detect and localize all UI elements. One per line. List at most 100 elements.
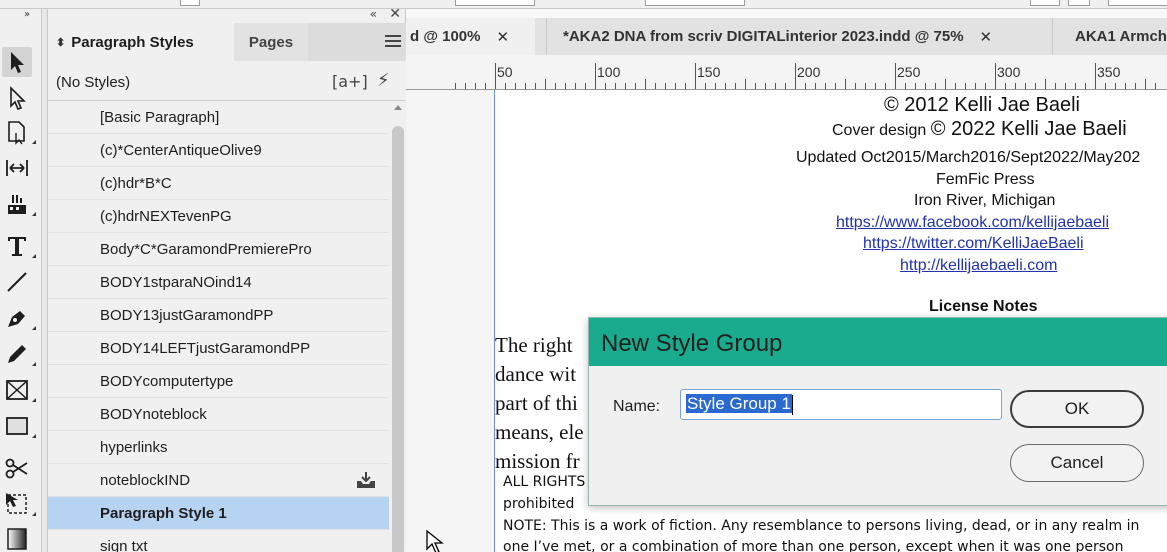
ruler-tick <box>815 83 816 89</box>
ruler-label: 350 <box>1097 64 1121 80</box>
pencil-tool-icon[interactable] <box>2 339 36 369</box>
no-styles-row[interactable]: (No Styles) [a+] ⚡ <box>48 61 407 101</box>
style-name: (c)*CenterAntiqueOlive9 <box>100 142 262 159</box>
control-field[interactable] <box>455 0 535 6</box>
control-field[interactable] <box>1108 0 1167 6</box>
cover-copyright: © 2022 Kelli Jae Baeli <box>930 118 1127 140</box>
content-collector-tool-icon[interactable] <box>2 189 36 219</box>
close-icon[interactable]: ✕ <box>497 28 510 46</box>
ruler-tick <box>605 83 606 89</box>
ruler-tick <box>585 83 586 89</box>
direct-selection-tool-icon[interactable] <box>2 83 32 113</box>
style-list-item[interactable]: BODYcomputertype <box>48 365 389 398</box>
style-list-item[interactable]: (c)*CenterAntiqueOlive9 <box>48 134 389 167</box>
style-list-item[interactable]: BODY1stparaNOind14 <box>48 266 389 299</box>
style-list-item[interactable]: [Basic Paragraph] <box>48 101 389 134</box>
dialog-titlebar[interactable]: New Style Group <box>589 318 1167 366</box>
control-bar <box>0 0 1167 9</box>
style-name: (c)hdr*B*C <box>100 175 172 192</box>
updated-line: Updated Oct2015/March2016/Sept2022/May20… <box>796 149 1141 166</box>
ruler-tick <box>1035 83 1036 89</box>
page-tool-icon[interactable] <box>2 117 36 147</box>
note-line: one I’ve met, or a combination of more t… <box>503 539 1124 552</box>
ruler-tick <box>805 83 806 89</box>
facebook-link[interactable]: https://www.facebook.com/kellijaebaeli <box>836 214 1109 232</box>
rectangle-frame-tool-icon[interactable] <box>2 375 36 405</box>
ruler-tick <box>625 83 626 89</box>
panel-menu-icon[interactable] <box>385 35 401 49</box>
close-panel-icon[interactable]: ✕ <box>389 6 401 22</box>
gradient-swatch-tool-icon[interactable] <box>2 523 32 552</box>
collapse-panel-icon[interactable]: « <box>370 7 377 21</box>
control-field[interactable] <box>1030 0 1060 6</box>
style-list-item[interactable]: (c)hdrNEXTevenPG <box>48 200 389 233</box>
style-list-item[interactable]: noteblockIND <box>48 464 389 497</box>
tab-pages[interactable]: Pages <box>234 23 308 61</box>
ruler-tick <box>1065 83 1066 89</box>
expand-arrows-icon: ⬍ <box>56 36 66 49</box>
style-list-item[interactable]: sign txt <box>48 530 389 552</box>
style-list-item[interactable]: Body*C*GaramondPremierePro <box>48 233 389 266</box>
horizontal-ruler[interactable]: 50 100 150 200 250 300 350 <box>406 55 1167 90</box>
close-icon[interactable]: ✕ <box>980 28 993 46</box>
scroll-up-icon[interactable] <box>394 105 402 110</box>
rectangle-tool-icon[interactable] <box>2 411 36 441</box>
cover-prefix: Cover design <box>832 122 931 139</box>
tab-label: Paragraph Styles <box>71 33 194 51</box>
style-list-item[interactable]: hyperlinks <box>48 431 389 464</box>
style-list-item[interactable]: BODYnoteblock <box>48 398 389 431</box>
document-tab-label: d @ 100% <box>410 28 481 45</box>
ruler-tick <box>795 63 796 89</box>
body-serif-line: mission fr <box>495 449 580 473</box>
type-tool-icon[interactable] <box>2 231 36 261</box>
location-line: Iron River, Michigan <box>914 192 1056 209</box>
line-tool-icon[interactable] <box>2 267 32 297</box>
free-transform-tool-icon[interactable] <box>2 489 36 519</box>
pen-tool-icon[interactable] <box>2 303 36 333</box>
create-style-override-icon[interactable]: [a+] <box>332 72 368 91</box>
ruler-tick <box>745 79 746 89</box>
style-list-item[interactable]: BODY13justGaramondPP <box>48 299 389 332</box>
twitter-link[interactable]: https://twitter.com/KelliJaeBaeli <box>863 235 1084 253</box>
ruler-tick <box>825 83 826 89</box>
ruler-tick <box>635 83 636 89</box>
style-list-item[interactable]: (c)hdr*B*C <box>48 167 389 200</box>
ruler-tick <box>915 83 916 89</box>
scissors-tool-icon[interactable] <box>2 453 32 483</box>
ok-button[interactable]: OK <box>1010 390 1144 428</box>
control-field[interactable] <box>180 0 200 6</box>
ruler-tick <box>675 83 676 89</box>
tab-paragraph-styles[interactable]: ⬍ Paragraph Styles <box>48 23 234 61</box>
scroll-thumb[interactable] <box>392 126 404 552</box>
style-name: BODY13justGaramondPP <box>100 307 274 324</box>
ruler-tick <box>925 83 926 89</box>
control-field[interactable] <box>1068 0 1090 6</box>
ruler-tick <box>1085 83 1086 89</box>
style-list-scrollbar[interactable] <box>389 101 407 552</box>
tab-label: Pages <box>248 33 294 51</box>
paragraph-styles-panel: « ✕ ⬍ Paragraph Styles Pages (No Styles)… <box>47 6 407 552</box>
ruler-tick <box>1025 83 1026 89</box>
control-field[interactable] <box>645 0 745 6</box>
ruler-tick <box>465 83 466 89</box>
license-heading: License Notes <box>929 298 1038 315</box>
ruler-tick <box>725 83 726 89</box>
document-tab-active[interactable]: d @ 100% ✕ <box>406 18 535 55</box>
quick-apply-icon[interactable]: ⚡ <box>377 70 390 91</box>
selection-tool-icon[interactable] <box>2 47 32 77</box>
name-field[interactable]: Style Group 1 <box>680 389 1002 420</box>
collapse-icon[interactable]: » <box>24 9 30 20</box>
ruler-tick <box>1115 83 1116 89</box>
cancel-button[interactable]: Cancel <box>1010 444 1144 482</box>
document-tab-label: *AKA2 DNA from scriv DIGITALinterior 202… <box>563 28 964 45</box>
document-tab[interactable]: *AKA2 DNA from scriv DIGITALinterior 202… <box>546 18 1050 55</box>
ruler-label: 200 <box>797 64 821 80</box>
website-link[interactable]: http://kellijaebaeli.com <box>900 257 1057 275</box>
style-list-item[interactable]: Paragraph Style 1 <box>48 497 389 530</box>
ruler-tick <box>855 83 856 89</box>
style-list-item[interactable]: BODY14LEFTjustGaramondPP <box>48 332 389 365</box>
gap-tool-icon[interactable] <box>2 153 32 183</box>
document-tab[interactable]: AKA1 Armch <box>1052 18 1167 55</box>
ruler-tick <box>695 63 696 89</box>
ok-button-label: OK <box>1064 399 1090 418</box>
